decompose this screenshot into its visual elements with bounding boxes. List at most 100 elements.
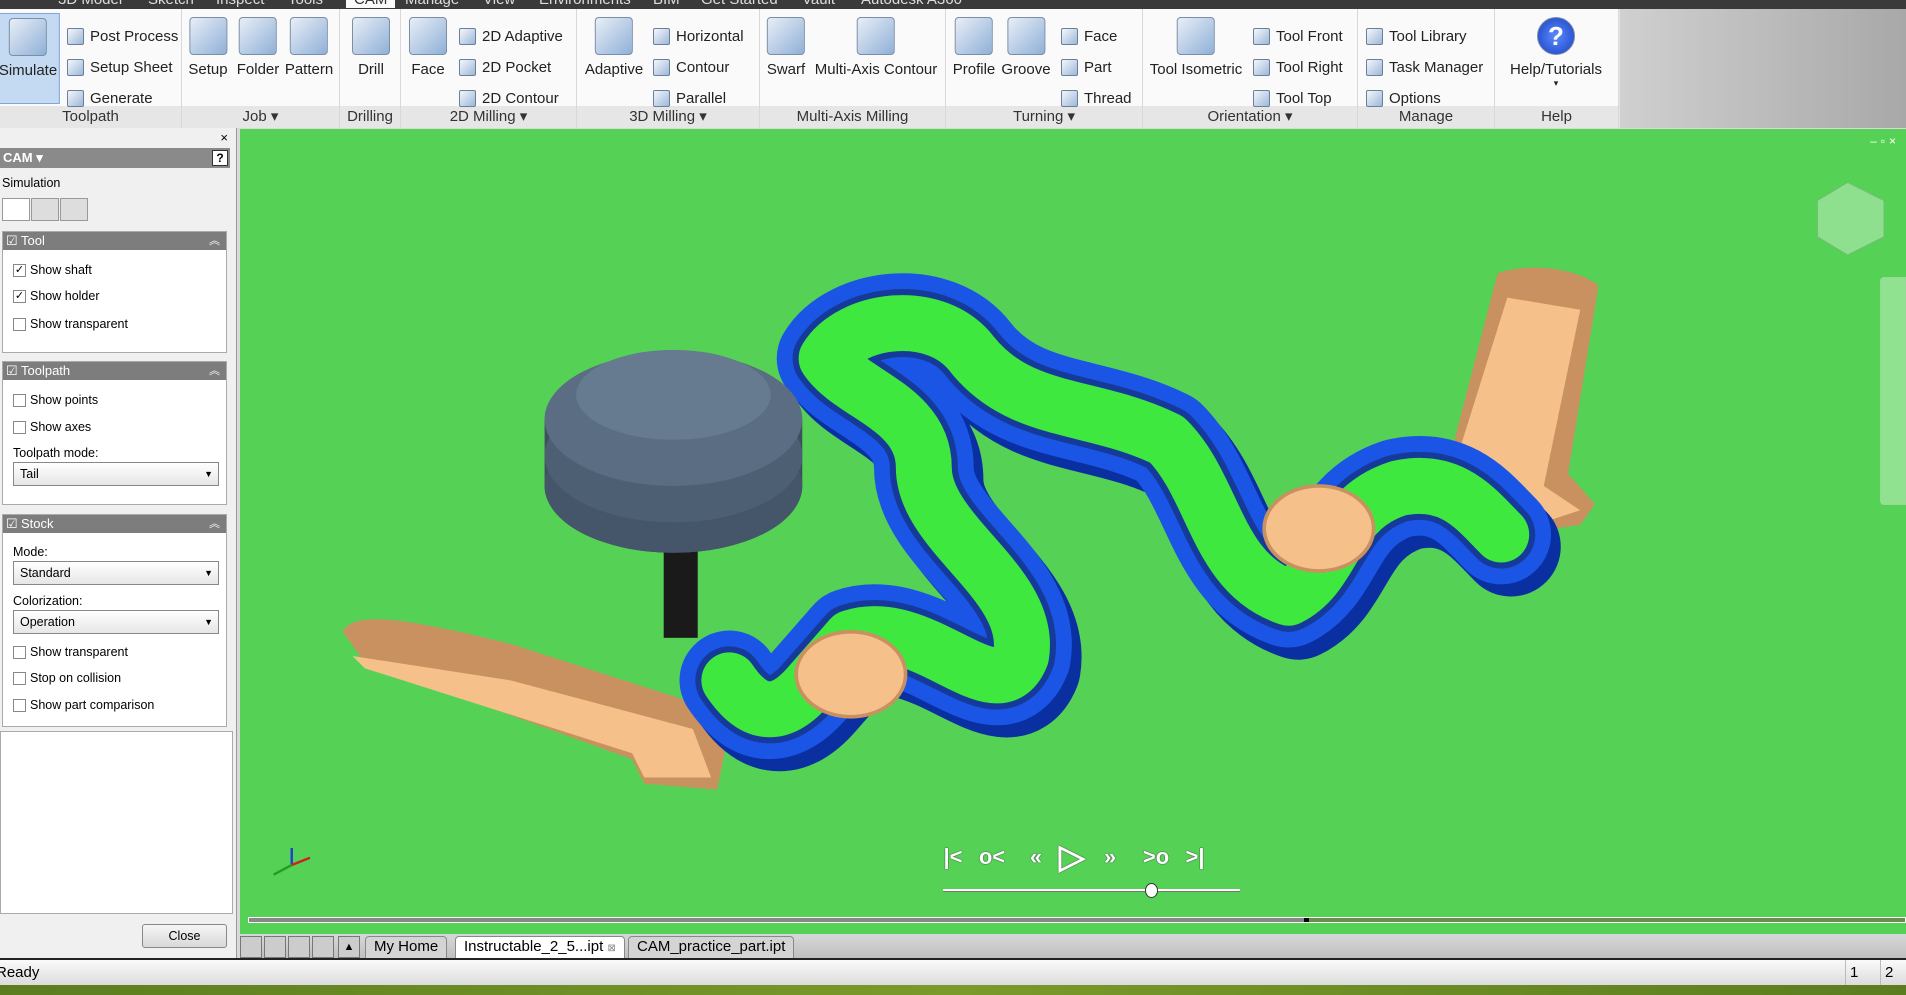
contour-button[interactable]: Contour (653, 56, 729, 78)
navigation-bar[interactable] (1880, 277, 1906, 505)
ribbon: Toolpath Job ▾ Drilling 2D Milling ▾ 3D … (0, 9, 1906, 128)
groove-button[interactable]: Groove (1001, 13, 1051, 78)
parallel-button[interactable]: Parallel (653, 87, 726, 109)
stock-section-header[interactable]: Stock︽ (3, 515, 226, 533)
tab-get-started[interactable]: Get Started (701, 0, 778, 8)
view-cube[interactable] (1816, 181, 1885, 256)
horizontal-button[interactable]: Horizontal (653, 25, 744, 47)
setup-icon (188, 17, 227, 55)
tool-isometric-button[interactable]: Tool Isometric (1150, 13, 1242, 78)
close-panel-icon[interactable]: × (220, 130, 228, 145)
folder-icon (239, 17, 277, 55)
2d-contour-button[interactable]: 2D Contour (459, 87, 559, 109)
simulate-button[interactable]: Simulate (0, 13, 61, 104)
show-transparent-stock-checkbox[interactable]: Show transparent (13, 645, 128, 659)
step-back-button[interactable]: « (1030, 844, 1042, 870)
go-to-start-button[interactable]: |< (943, 844, 962, 870)
tab-3d-model[interactable]: 3D Model (58, 0, 122, 8)
profile-button[interactable]: Profile (953, 13, 995, 78)
tab-sketch[interactable]: Sketch (148, 0, 194, 8)
drill-button[interactable]: Drill (352, 13, 390, 78)
2d-adaptive-button[interactable]: 2D Adaptive (459, 25, 563, 47)
post-process-button[interactable]: Post Process (67, 25, 178, 47)
tab-stock-view[interactable] (60, 198, 88, 221)
folder-button[interactable]: Folder (237, 13, 279, 78)
doc-tab-cam-practice[interactable]: CAM_practice_part.ipt (628, 936, 795, 958)
2d-pocket-button[interactable]: 2D Pocket (459, 56, 551, 78)
speed-slider[interactable] (943, 889, 1240, 892)
speed-slider-knob[interactable] (1144, 883, 1158, 898)
show-part-comparison-checkbox[interactable]: Show part comparison (13, 698, 154, 712)
play-button[interactable]: ▷ (1059, 837, 1085, 877)
colorization-select[interactable]: Operation (13, 610, 219, 634)
previous-operation-button[interactable]: o< (979, 844, 1005, 870)
2d-adaptive-icon (459, 27, 476, 45)
tab-environments[interactable]: Environments (539, 0, 631, 8)
tool-top-button[interactable]: Tool Top (1253, 87, 1332, 109)
tile-horizontal-icon[interactable] (288, 936, 310, 958)
part-button[interactable]: Part (1061, 56, 1112, 78)
thread-button[interactable]: Thread (1061, 87, 1132, 109)
options-button[interactable]: Options (1366, 87, 1441, 109)
turning-face-button[interactable]: Face (1061, 25, 1117, 47)
group-label: Multi-Axis Milling (760, 106, 945, 128)
stop-on-collision-checkbox[interactable]: Stop on collision (13, 671, 121, 685)
tile-icon[interactable] (264, 936, 286, 958)
group-label[interactable]: Orientation ▾ (1143, 106, 1357, 128)
show-axes-checkbox[interactable]: Show axes (13, 420, 91, 434)
tab-tools[interactable]: Tools (288, 0, 323, 8)
show-holder-checkbox[interactable]: ✓ Show holder (13, 289, 100, 303)
go-to-end-button[interactable]: >| (1185, 844, 1204, 870)
tab-view[interactable]: View (483, 0, 515, 8)
step-forward-button[interactable]: » (1104, 844, 1116, 870)
group-label[interactable]: Turning ▾ (946, 106, 1142, 128)
tab-vault[interactable]: Vault (802, 0, 835, 8)
tool-right-button[interactable]: Tool Right (1253, 56, 1343, 78)
swarf-button[interactable]: Swarf (767, 13, 805, 78)
panel-header[interactable]: CAM ▾ ? (0, 148, 230, 168)
stock-mode-select[interactable]: Standard (13, 561, 219, 585)
adaptive-button[interactable]: Adaptive (585, 13, 643, 78)
show-shaft-checkbox[interactable]: ✓ Show shaft (13, 263, 92, 277)
generate-button[interactable]: Generate (67, 87, 153, 109)
next-operation-button[interactable]: >o (1143, 844, 1169, 870)
window-controls[interactable]: –▫× (1870, 134, 1900, 148)
setup-button[interactable]: Setup (188, 13, 228, 78)
tab-a360[interactable]: Autodesk A360 (861, 0, 962, 8)
help-tutorials-button[interactable]: ? Help/Tutorials ▾ (1510, 13, 1602, 89)
show-points-checkbox[interactable]: Show points (13, 393, 98, 407)
adaptive-icon (595, 17, 633, 55)
tab-toolpath-view[interactable] (31, 198, 59, 221)
arrange-up-icon[interactable]: ▲ (338, 936, 360, 958)
help-icon[interactable]: ? (212, 150, 228, 166)
tab-inspect[interactable]: Inspect (216, 0, 264, 8)
timeline-bar[interactable] (248, 917, 1906, 923)
task-manager-button[interactable]: Task Manager (1366, 56, 1483, 78)
tool-library-button[interactable]: Tool Library (1366, 25, 1467, 47)
close-tab-icon[interactable]: ⊠ (607, 943, 615, 954)
toolpath-mode-select[interactable]: Tail (13, 462, 219, 486)
tab-bim[interactable]: BIM (653, 0, 680, 8)
doc-tab-my-home[interactable]: My Home (365, 936, 448, 958)
setup-sheet-button[interactable]: Setup Sheet (67, 56, 173, 78)
group-label[interactable]: Job ▾ (182, 106, 339, 128)
tab-manage[interactable]: Manage (405, 0, 459, 8)
tab-tool-view[interactable] (2, 198, 30, 221)
multi-axis-contour-button[interactable]: Multi-Axis Contour (815, 13, 937, 78)
pattern-button[interactable]: Pattern (285, 13, 333, 78)
tool-front-button[interactable]: Tool Front (1253, 25, 1343, 47)
group-label[interactable]: 3D Milling ▾ (577, 106, 759, 128)
face-button[interactable]: Face (409, 13, 447, 78)
tile-vertical-icon[interactable] (312, 936, 334, 958)
tab-cam[interactable]: CAM (346, 0, 396, 8)
tool-section-header[interactable]: Tool︽ (3, 232, 226, 250)
close-button[interactable]: Close (142, 924, 227, 948)
3d-viewport[interactable]: –▫× |< o< « ▷ » >o >| (240, 129, 1906, 934)
top-tab-bar: 3D Model Sketch Inspect Tools CAM Manage… (0, 0, 1906, 9)
cascade-icon[interactable] (240, 936, 262, 958)
show-transparent-tool-checkbox[interactable]: Show transparent (13, 317, 128, 331)
panel-empty-area (0, 731, 233, 914)
doc-tab-instructable[interactable]: Instructable_2_5...ipt ⊠ (455, 936, 625, 958)
toolpath-section-header[interactable]: Toolpath︽ (3, 362, 226, 380)
group-label[interactable]: 2D Milling ▾ (401, 106, 576, 128)
